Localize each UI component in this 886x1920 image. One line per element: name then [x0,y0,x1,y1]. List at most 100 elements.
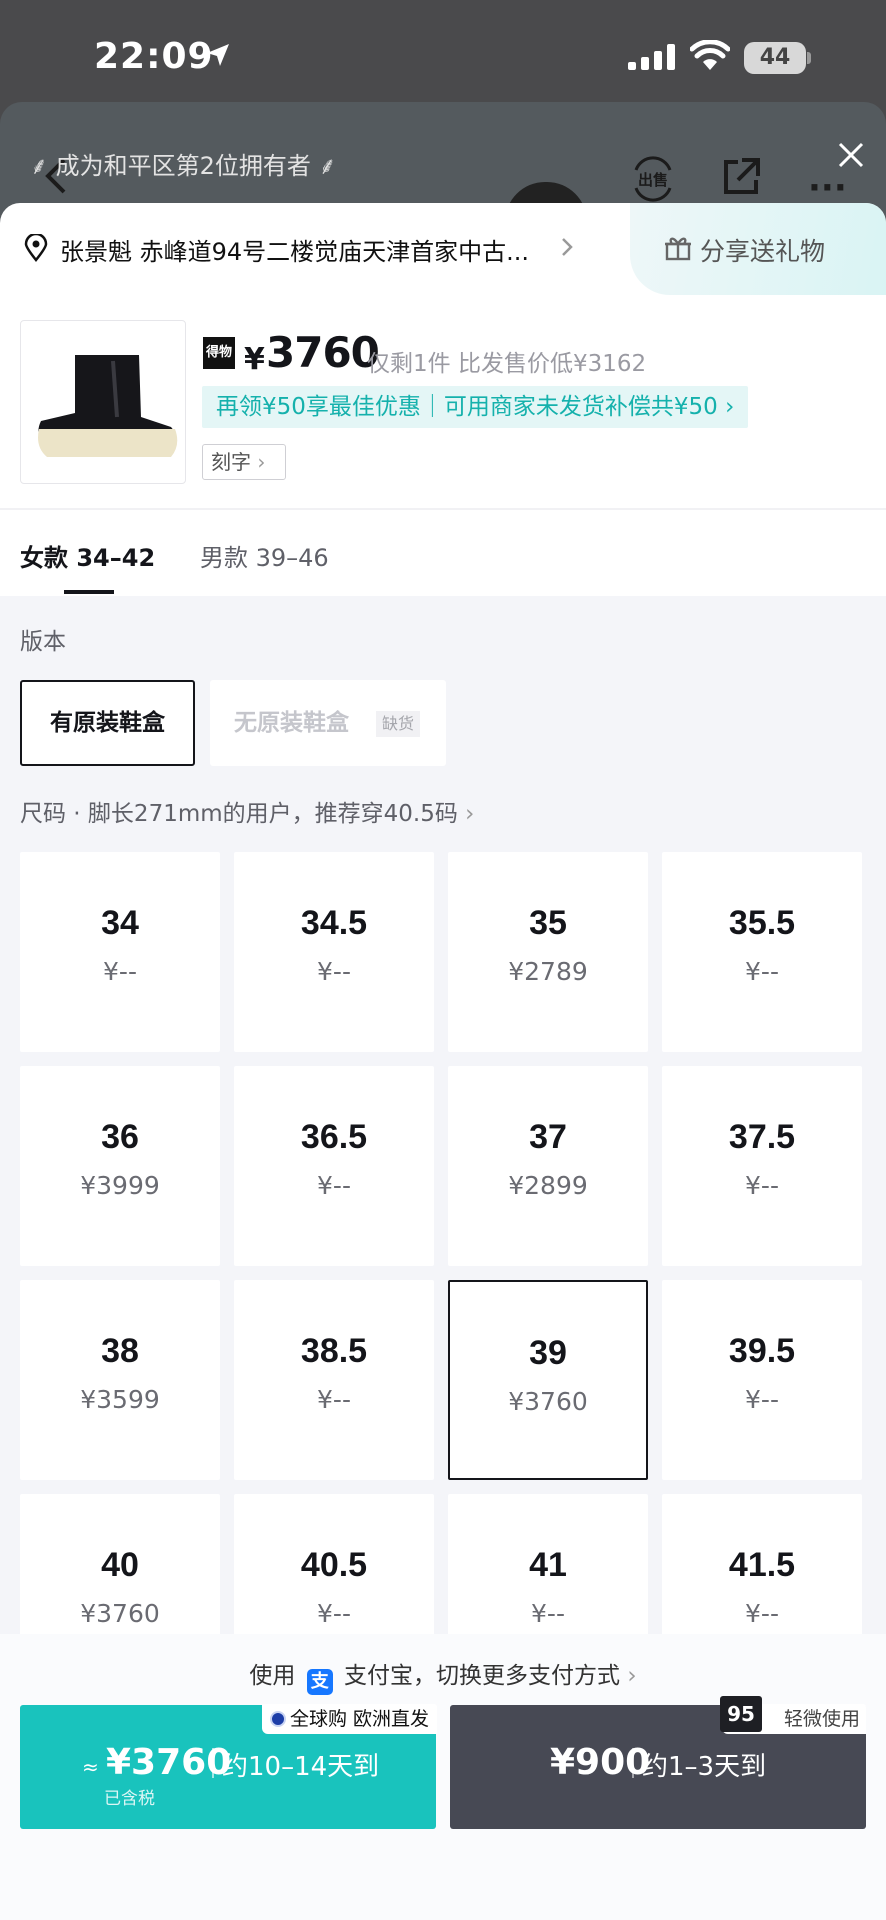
size-price: ¥-- [317,1171,351,1200]
size-label: 35 [529,904,567,942]
global-icon [270,1711,286,1727]
boot-image [38,355,178,457]
brand-badge: 得物 [203,337,235,369]
share-icon[interactable] [720,156,762,198]
price-currency: ¥ [244,342,265,377]
size-recommendation[interactable]: 尺码 · 脚长271mm的用户，推荐穿40.5码 › [20,794,474,828]
wifi-icon [690,40,730,70]
laurel-right-icon: ⸙ [310,152,337,180]
size-label: 39.5 [728,1332,796,1370]
chevron-right-icon: › [627,1663,637,1689]
more-icon[interactable]: ··· [808,168,847,208]
global-shipping-tag: 全球购 欧洲直发 [262,1704,438,1734]
share-gift-label[interactable]: 分享送礼物 [700,232,825,268]
tab-active-indicator [64,590,114,594]
buy-new-eta: 约10–14天到 [222,1752,380,1782]
sell-icon-label: 出售 [638,171,668,189]
size-option-40[interactable]: 40 ¥3760 [20,1494,220,1634]
out-of-stock-badge: 缺货 [376,711,421,737]
tab-mens[interactable]: 男款 39–46 [200,538,329,573]
size-label: 34 [101,904,139,942]
laurel-left-icon: ⸙ [30,152,56,180]
sell-icon[interactable]: 出售 [630,156,676,202]
size-option-38.5[interactable]: 38.5 ¥-- [234,1280,434,1480]
size-option-36[interactable]: 36 ¥3999 [20,1066,220,1266]
size-price: ¥3599 [80,1385,160,1414]
tax-included-note: 已含税 [104,1789,155,1809]
global-shipping-text: 全球购 欧洲直发 [290,1708,430,1730]
approx-sign: ≈ [82,1755,99,1779]
buy-used-eta: 约1–3天到 [642,1752,767,1782]
size-label: 36.5 [300,1118,368,1156]
size-price: ¥3999 [80,1171,160,1200]
owner-banner-text: 成为和平区第2位拥有者 [55,152,311,180]
payment-prefix: 使用 [249,1663,296,1689]
size-recommendation-text: 尺码 · 脚长271mm的用户，推荐穿40.5码 [20,801,458,827]
location-pin-icon [24,234,48,262]
stock-price-note: 仅剩1件 比发售价低¥3162 [367,351,647,377]
size-grid: 34 ¥-- 34.5 ¥-- 35 ¥2789 35.5 ¥-- 36 ¥3999 36.5 ¥--… [20,852,866,1634]
tab-womens[interactable]: 女款 34–42 [20,538,155,573]
gift-icon [665,237,691,261]
size-label: 38.5 [300,1332,368,1370]
size-option-36.5[interactable]: 36.5 ¥-- [234,1066,434,1266]
size-option-41.5[interactable]: 41.5 ¥-- [662,1494,862,1634]
chevron-right-icon: › [465,801,475,827]
size-option-38[interactable]: 38 ¥3599 [20,1280,220,1480]
cellular-signal-icon [628,44,675,70]
size-price: ¥2899 [508,1171,588,1200]
size-label: 40.5 [300,1546,368,1584]
size-option-40.5[interactable]: 40.5 ¥-- [234,1494,434,1634]
size-option-35.5[interactable]: 35.5 ¥-- [662,852,862,1052]
status-bar: 22:09 44 [0,0,886,110]
promo-banner[interactable]: 再领¥50享最佳优惠｜可用商家未发货补偿共¥50 › [202,386,749,428]
owner-banner: ⸙ 成为和平区第2位拥有者 ⸙ [30,146,337,182]
status-time: 22:09 [94,36,214,77]
size-label: 34.5 [300,904,368,942]
size-option-39.5[interactable]: 39.5 ¥-- [662,1280,862,1480]
divider [212,1748,214,1778]
size-option-37[interactable]: 37 ¥2899 [448,1066,648,1266]
size-label: 36 [101,1118,139,1156]
engrave-button[interactable]: 刻字 › [202,444,286,480]
size-label: 35.5 [728,904,796,942]
location-arrow-icon [207,44,229,66]
size-price: ¥-- [103,957,137,986]
payment-method-row[interactable]: 使用 支 支付宝，切换更多支付方式 › [0,1656,886,1695]
size-price: ¥-- [317,1599,351,1628]
size-label: 37.5 [728,1118,796,1156]
version-label: 版本 [20,629,66,655]
size-price: ¥-- [745,1171,779,1200]
size-option-39[interactable]: 39 ¥3760 [448,1280,648,1480]
chevron-right-icon: › [257,450,266,474]
alipay-icon: 支 [306,1669,333,1695]
size-price: ¥-- [317,1385,351,1414]
condition-text: 轻微使用 [784,1708,861,1730]
size-label: 41 [529,1546,567,1584]
size-price: ¥-- [317,957,351,986]
chevron-right-icon[interactable] [560,236,574,258]
size-price: ¥-- [745,1385,779,1414]
size-label: 37 [529,1118,567,1156]
size-label: 38 [101,1332,139,1370]
size-option-37.5[interactable]: 37.5 ¥-- [662,1066,862,1266]
divider [0,508,886,510]
current-price: 3760 [266,328,380,377]
size-price: ¥3760 [508,1387,588,1416]
delivery-address[interactable]: 张景魁 赤峰道94号二楼觉庙天津首家中古... [60,232,550,267]
divider [632,1748,634,1778]
size-option-41[interactable]: 41 ¥-- [448,1494,648,1634]
size-price: ¥-- [531,1599,565,1628]
size-option-35[interactable]: 35 ¥2789 [448,852,648,1052]
battery-indicator: 44 [744,42,806,74]
size-option-34[interactable]: 34 ¥-- [20,852,220,1052]
size-price: ¥-- [745,957,779,986]
size-option-34.5[interactable]: 34.5 ¥-- [234,852,434,1052]
chevron-right-icon: › [725,394,735,420]
close-icon[interactable] [836,140,866,170]
size-price: ¥-- [745,1599,779,1628]
size-label: 39 [529,1334,567,1372]
version-option-with-box[interactable]: 有原装鞋盒 [20,680,195,766]
payment-method-label: 支付宝，切换更多支付方式 [344,1663,621,1689]
product-thumbnail [20,320,186,484]
